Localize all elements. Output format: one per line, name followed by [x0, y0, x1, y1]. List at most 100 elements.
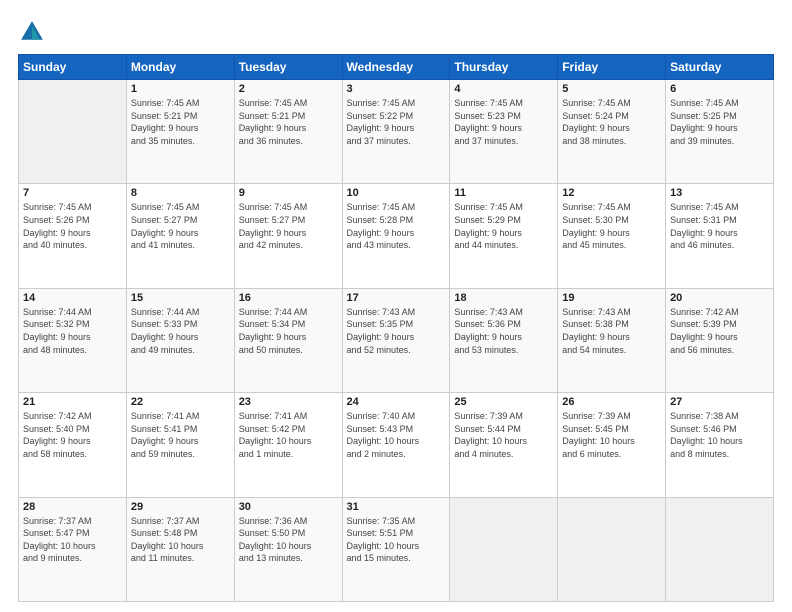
day-info: Sunrise: 7:43 AM Sunset: 5:36 PM Dayligh…: [454, 306, 553, 356]
day-info: Sunrise: 7:37 AM Sunset: 5:47 PM Dayligh…: [23, 515, 122, 565]
calendar-table: SundayMondayTuesdayWednesdayThursdayFrid…: [18, 54, 774, 602]
day-cell: [558, 497, 666, 601]
day-info: Sunrise: 7:35 AM Sunset: 5:51 PM Dayligh…: [347, 515, 446, 565]
day-cell: 2 Sunrise: 7:45 AM Sunset: 5:21 PM Daylig…: [234, 80, 342, 184]
day-cell: 19 Sunrise: 7:43 AM Sunset: 5:38 PM Dayli…: [558, 288, 666, 392]
day-cell: 31 Sunrise: 7:35 AM Sunset: 5:51 PM Dayli…: [342, 497, 450, 601]
day-info: Sunrise: 7:44 AM Sunset: 5:34 PM Dayligh…: [239, 306, 338, 356]
day-cell: 9Sunrise: 7:45 AM Sunset: 5:27 PM Daylig…: [234, 184, 342, 288]
day-cell: 11Sunrise: 7:45 AM Sunset: 5:29 PM Dayli…: [450, 184, 558, 288]
day-number: 6: [670, 83, 769, 95]
day-number: 17: [347, 292, 446, 304]
day-cell: 12 Sunrise: 7:45 AM Sunset: 5:30 PM Dayli…: [558, 184, 666, 288]
day-number: 25: [454, 396, 553, 408]
day-info: Sunrise: 7:42 AM Sunset: 5:39 PM Dayligh…: [670, 306, 769, 356]
day-number: 10: [347, 187, 446, 199]
day-info: Sunrise: 7:45 AM Sunset: 5:30 PM Dayligh…: [562, 201, 661, 251]
weekday-friday: Friday: [558, 55, 666, 80]
day-number: 28: [23, 501, 122, 513]
day-number: 22: [131, 396, 230, 408]
day-cell: 7Sunrise: 7:45 AM Sunset: 5:26 PM Daylig…: [19, 184, 127, 288]
day-info: Sunrise: 7:40 AM Sunset: 5:43 PM Dayligh…: [347, 410, 446, 460]
week-row-5: 28 Sunrise: 7:37 AM Sunset: 5:47 PM Dayli…: [19, 497, 774, 601]
day-number: 18: [454, 292, 553, 304]
day-info: Sunrise: 7:45 AM Sunset: 5:28 PM Dayligh…: [347, 201, 446, 251]
day-info: Sunrise: 7:45 AM Sunset: 5:27 PM Dayligh…: [131, 201, 230, 251]
day-cell: 29 Sunrise: 7:37 AM Sunset: 5:48 PM Dayli…: [126, 497, 234, 601]
week-row-3: 14 Sunrise: 7:44 AM Sunset: 5:32 PM Dayli…: [19, 288, 774, 392]
day-cell: 18 Sunrise: 7:43 AM Sunset: 5:36 PM Dayli…: [450, 288, 558, 392]
day-cell: 30Sunrise: 7:36 AM Sunset: 5:50 PM Dayli…: [234, 497, 342, 601]
day-info: Sunrise: 7:41 AM Sunset: 5:42 PM Dayligh…: [239, 410, 338, 460]
week-row-2: 7Sunrise: 7:45 AM Sunset: 5:26 PM Daylig…: [19, 184, 774, 288]
day-info: Sunrise: 7:43 AM Sunset: 5:38 PM Dayligh…: [562, 306, 661, 356]
day-cell: 5Sunrise: 7:45 AM Sunset: 5:24 PM Daylig…: [558, 80, 666, 184]
day-info: Sunrise: 7:38 AM Sunset: 5:46 PM Dayligh…: [670, 410, 769, 460]
weekday-header-row: SundayMondayTuesdayWednesdayThursdayFrid…: [19, 55, 774, 80]
weekday-saturday: Saturday: [666, 55, 774, 80]
day-number: 24: [347, 396, 446, 408]
day-cell: 15 Sunrise: 7:44 AM Sunset: 5:33 PM Dayli…: [126, 288, 234, 392]
day-number: 29: [131, 501, 230, 513]
day-number: 1: [131, 83, 230, 95]
day-number: 13: [670, 187, 769, 199]
day-number: 8: [131, 187, 230, 199]
day-number: 9: [239, 187, 338, 199]
logo: [18, 18, 50, 46]
logo-icon: [18, 18, 46, 46]
day-number: 15: [131, 292, 230, 304]
day-number: 19: [562, 292, 661, 304]
day-cell: [450, 497, 558, 601]
page: SundayMondayTuesdayWednesdayThursdayFrid…: [0, 0, 792, 612]
day-info: Sunrise: 7:44 AM Sunset: 5:33 PM Dayligh…: [131, 306, 230, 356]
day-info: Sunrise: 7:37 AM Sunset: 5:48 PM Dayligh…: [131, 515, 230, 565]
day-number: 30: [239, 501, 338, 513]
day-cell: 10 Sunrise: 7:45 AM Sunset: 5:28 PM Dayli…: [342, 184, 450, 288]
day-cell: 26 Sunrise: 7:39 AM Sunset: 5:45 PM Dayli…: [558, 393, 666, 497]
day-cell: 17 Sunrise: 7:43 AM Sunset: 5:35 PM Dayli…: [342, 288, 450, 392]
day-info: Sunrise: 7:42 AM Sunset: 5:40 PM Dayligh…: [23, 410, 122, 460]
day-cell: 27 Sunrise: 7:38 AM Sunset: 5:46 PM Dayli…: [666, 393, 774, 497]
day-cell: 25 Sunrise: 7:39 AM Sunset: 5:44 PM Dayli…: [450, 393, 558, 497]
day-cell: 28 Sunrise: 7:37 AM Sunset: 5:47 PM Dayli…: [19, 497, 127, 601]
day-number: 27: [670, 396, 769, 408]
day-cell: 3Sunrise: 7:45 AM Sunset: 5:22 PM Daylig…: [342, 80, 450, 184]
day-info: Sunrise: 7:39 AM Sunset: 5:44 PM Dayligh…: [454, 410, 553, 460]
day-number: 12: [562, 187, 661, 199]
day-cell: 1 Sunrise: 7:45 AM Sunset: 5:21 PM Daylig…: [126, 80, 234, 184]
day-number: 7: [23, 187, 122, 199]
day-cell: 23 Sunrise: 7:41 AM Sunset: 5:42 PM Dayli…: [234, 393, 342, 497]
day-info: Sunrise: 7:45 AM Sunset: 5:22 PM Dayligh…: [347, 97, 446, 147]
day-info: Sunrise: 7:45 AM Sunset: 5:21 PM Dayligh…: [131, 97, 230, 147]
day-cell: 6 Sunrise: 7:45 AM Sunset: 5:25 PM Daylig…: [666, 80, 774, 184]
day-number: 31: [347, 501, 446, 513]
day-number: 23: [239, 396, 338, 408]
day-cell: 16Sunrise: 7:44 AM Sunset: 5:34 PM Dayli…: [234, 288, 342, 392]
week-row-4: 21 Sunrise: 7:42 AM Sunset: 5:40 PM Dayli…: [19, 393, 774, 497]
day-cell: 22Sunrise: 7:41 AM Sunset: 5:41 PM Dayli…: [126, 393, 234, 497]
day-number: 21: [23, 396, 122, 408]
day-number: 14: [23, 292, 122, 304]
day-cell: 21 Sunrise: 7:42 AM Sunset: 5:40 PM Dayli…: [19, 393, 127, 497]
day-info: Sunrise: 7:45 AM Sunset: 5:23 PM Dayligh…: [454, 97, 553, 147]
weekday-tuesday: Tuesday: [234, 55, 342, 80]
day-info: Sunrise: 7:44 AM Sunset: 5:32 PM Dayligh…: [23, 306, 122, 356]
day-number: 4: [454, 83, 553, 95]
day-info: Sunrise: 7:45 AM Sunset: 5:29 PM Dayligh…: [454, 201, 553, 251]
day-info: Sunrise: 7:45 AM Sunset: 5:25 PM Dayligh…: [670, 97, 769, 147]
day-cell: 14 Sunrise: 7:44 AM Sunset: 5:32 PM Dayli…: [19, 288, 127, 392]
day-number: 5: [562, 83, 661, 95]
day-number: 2: [239, 83, 338, 95]
header: [18, 18, 774, 46]
day-info: Sunrise: 7:45 AM Sunset: 5:21 PM Dayligh…: [239, 97, 338, 147]
day-cell: 13Sunrise: 7:45 AM Sunset: 5:31 PM Dayli…: [666, 184, 774, 288]
day-number: 26: [562, 396, 661, 408]
weekday-thursday: Thursday: [450, 55, 558, 80]
week-row-1: 1 Sunrise: 7:45 AM Sunset: 5:21 PM Daylig…: [19, 80, 774, 184]
day-info: Sunrise: 7:39 AM Sunset: 5:45 PM Dayligh…: [562, 410, 661, 460]
weekday-wednesday: Wednesday: [342, 55, 450, 80]
day-cell: [19, 80, 127, 184]
day-number: 20: [670, 292, 769, 304]
day-cell: 8 Sunrise: 7:45 AM Sunset: 5:27 PM Daylig…: [126, 184, 234, 288]
day-info: Sunrise: 7:43 AM Sunset: 5:35 PM Dayligh…: [347, 306, 446, 356]
